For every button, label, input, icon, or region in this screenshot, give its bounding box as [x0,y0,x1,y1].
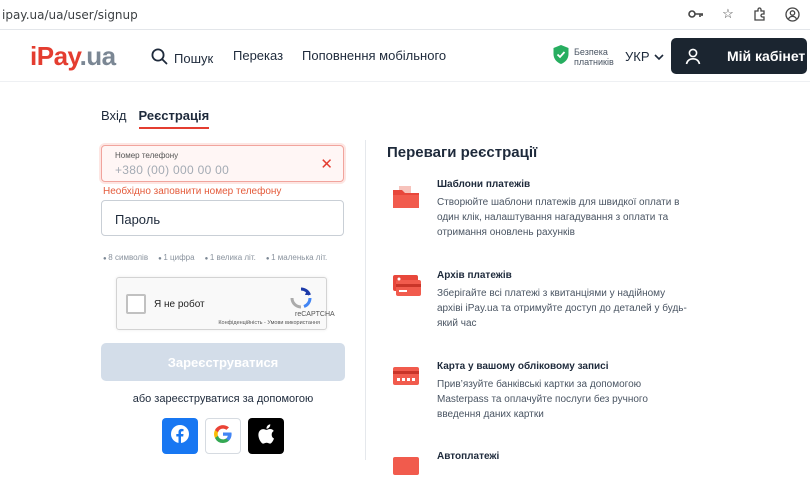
chevron-down-icon [653,49,664,64]
cabinet-button[interactable]: Мій кабінет [671,38,807,74]
rule-uppercase: 1 велика літ. [205,253,256,262]
benefit-text: Створюйте шаблони платежів для швидкої о… [437,197,680,238]
phone-field[interactable]: Номер телефону +380 (00) 000 00 00 ✕ [101,145,344,182]
rule-length: 8 символів [103,253,148,262]
extension-icon[interactable] [752,6,768,22]
address-url[interactable]: ipay.ua/ua/user/signup [2,8,138,22]
shield-icon [552,44,570,70]
benefit-text: Зберігайте всі платежі з квитанціями у н… [437,288,687,329]
auth-tabs: Вхід Реєстрація [101,108,210,129]
nav-transfer[interactable]: Переказ [233,48,283,63]
column-divider [365,140,366,460]
register-button[interactable]: Зареєструватися [101,343,345,381]
google-button[interactable] [205,418,241,454]
key-icon[interactable] [688,6,704,22]
phone-error: Необхідно заповнити номер телефону [103,186,282,197]
password-input[interactable]: Пароль [115,212,160,227]
password-field[interactable]: Пароль [101,200,344,236]
bank-card-icon [390,363,422,395]
search-icon [151,48,168,68]
benefit-title: Шаблони платежів [437,179,531,190]
site-header: iPay.ua Пошук Переказ Поповнення мобільн… [0,30,810,82]
recaptcha-widget: Я не робот reCAPTCHA Конфіденційність - … [116,277,335,330]
nav-search-label: Пошук [174,50,214,66]
card-archive-icon [390,272,422,304]
password-rules: 8 символів 1 цифра 1 велика літ. 1 мален… [103,253,327,262]
benefit-title: Архів платежів [437,270,512,281]
security-link[interactable]: Безпека платників [552,44,614,70]
rule-lowercase: 1 маленька літ. [266,253,327,262]
captcha-checkbox[interactable] [126,294,146,314]
rule-digit: 1 цифра [158,253,194,262]
account-icon[interactable] [784,6,800,22]
apple-icon [257,423,275,449]
tab-login[interactable]: Вхід [101,108,127,129]
benefit-text: Прив’язуйте банківські картки за допомог… [437,379,648,420]
browser-address-bar: ipay.ua/ua/user/signup ☆ [0,0,810,30]
facebook-button[interactable] [162,418,198,454]
security-line2: платників [574,57,614,67]
nav-search[interactable]: Пошук [151,48,213,68]
tab-register[interactable]: Реєстрація [138,108,210,129]
benefit-title: Автоплатежі [437,451,500,462]
recaptcha-icon [289,286,313,310]
facebook-icon [171,424,189,448]
apple-button[interactable] [248,418,284,454]
captcha-label: Я не робот [154,299,205,310]
ipay-logo[interactable]: iPay.ua [30,41,116,72]
user-icon [683,46,703,66]
phone-label: Номер телефону [115,151,179,160]
captcha-links[interactable]: Конфіденційність - Умови використання [218,320,320,326]
autopay-icon [390,453,422,485]
captcha-brand: reCAPTCHA [295,311,335,318]
folder-icon [390,181,422,213]
google-icon [214,424,232,448]
language-value: УКР [625,49,650,64]
phone-input[interactable]: +380 (00) 000 00 00 [115,163,229,177]
clear-icon[interactable]: ✕ [320,155,333,173]
nav-mobile-topup[interactable]: Поповнення мобільного [302,48,446,63]
star-icon[interactable]: ☆ [720,6,736,22]
cabinet-label: Мій кабінет [727,48,806,64]
security-line1: Безпека [574,47,608,57]
benefits-title: Переваги реєстрації [387,144,538,161]
language-selector[interactable]: УКР [625,49,664,64]
benefit-title: Карта у вашому обліковому записі [437,361,609,372]
or-register-with: або зареєструватися за допомогою [132,393,314,405]
